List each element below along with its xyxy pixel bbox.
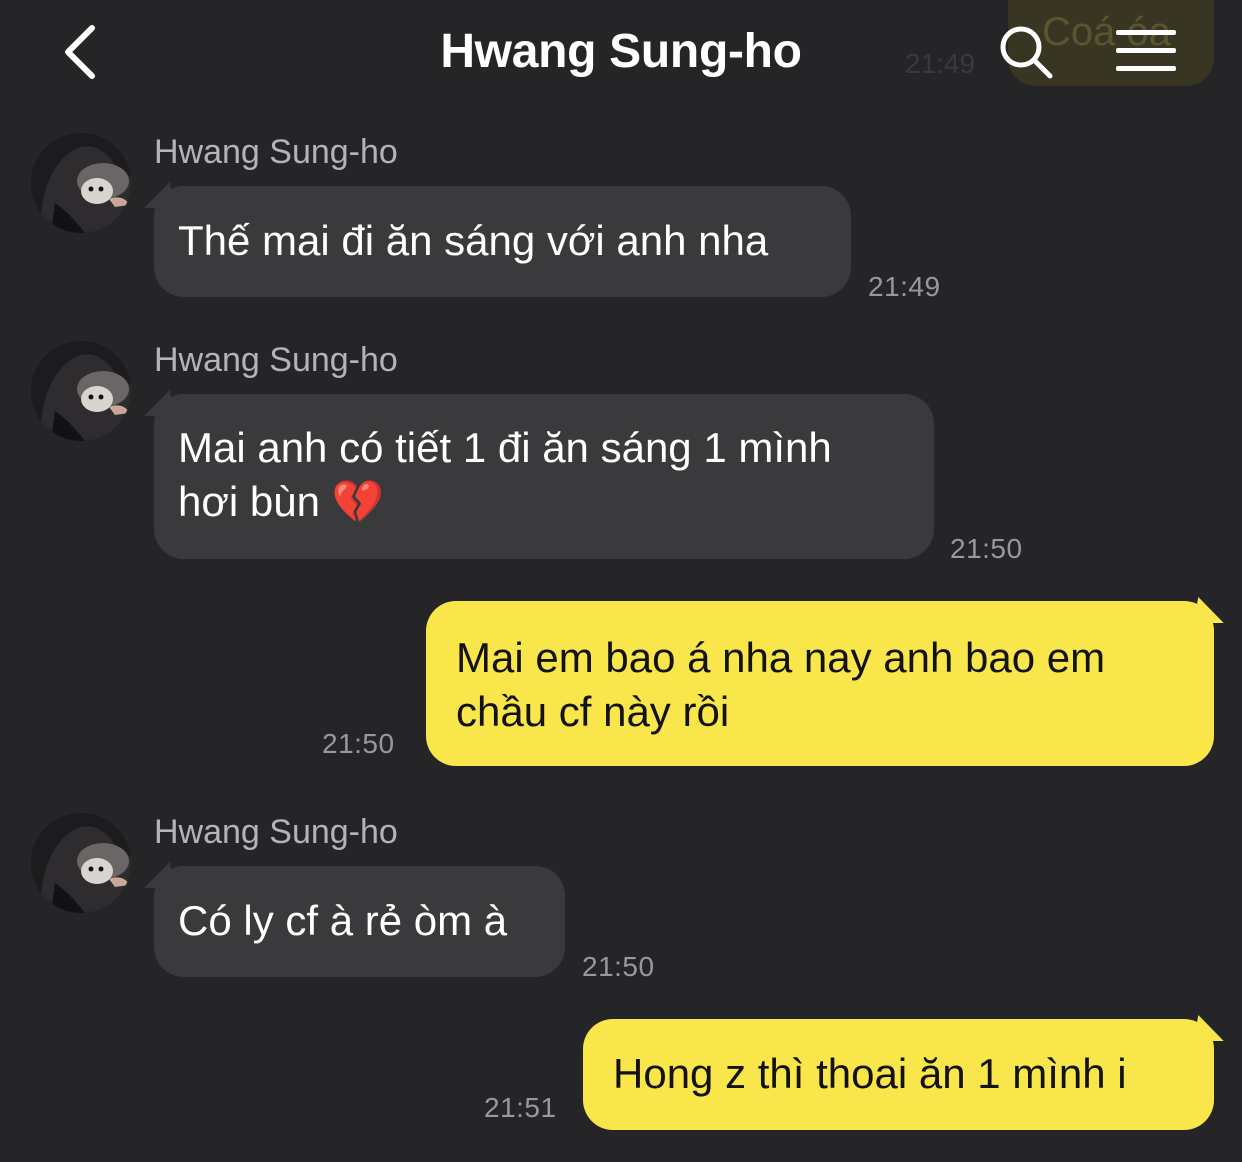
sender-avatar[interactable] — [31, 813, 131, 913]
message-text: Có ly cf à rẻ òm à — [178, 897, 508, 944]
sender-avatar[interactable] — [31, 341, 131, 441]
menu-icon[interactable] — [1112, 24, 1182, 78]
message-text: Hong z thì thoai ăn 1 mình i — [613, 1050, 1127, 1097]
sender-name: Hwang Sung-ho — [154, 813, 398, 851]
outgoing-message-bubble[interactable]: Hong z thì thoai ăn 1 mình i — [583, 1019, 1214, 1130]
sender-avatar[interactable] — [31, 133, 131, 233]
message-text-line-2: chầu cf này rồi — [456, 688, 730, 735]
message-text-line-2: hơi bùn 💔 — [178, 478, 384, 525]
incoming-message-bubble[interactable]: Thế mai đi ăn sáng với anh nha — [154, 186, 851, 297]
incoming-message-bubble[interactable]: Mai anh có tiết 1 đi ăn sáng 1 mình hơi … — [154, 394, 934, 559]
message-text-line-1: Mai anh có tiết 1 đi ăn sáng 1 mình — [178, 424, 832, 471]
message-time: 21:50 — [322, 728, 395, 759]
outgoing-message-bubble[interactable]: Mai em bao á nha nay anh bao em chầu cf … — [426, 601, 1214, 766]
message-time: 21:51 — [484, 1092, 557, 1123]
message-time: 21:50 — [950, 533, 1023, 564]
search-icon[interactable] — [996, 22, 1056, 82]
message-text: Thế mai đi ăn sáng với anh nha — [178, 217, 769, 264]
sender-name: Hwang Sung-ho — [154, 341, 398, 379]
sender-name: Hwang Sung-ho — [154, 133, 398, 171]
message-text-line-1: Mai em bao á nha nay anh bao em — [456, 634, 1106, 681]
incoming-message-bubble[interactable]: Có ly cf à rẻ òm à — [154, 866, 565, 977]
message-time: 21:50 — [582, 951, 655, 982]
message-time: 21:49 — [868, 271, 941, 302]
